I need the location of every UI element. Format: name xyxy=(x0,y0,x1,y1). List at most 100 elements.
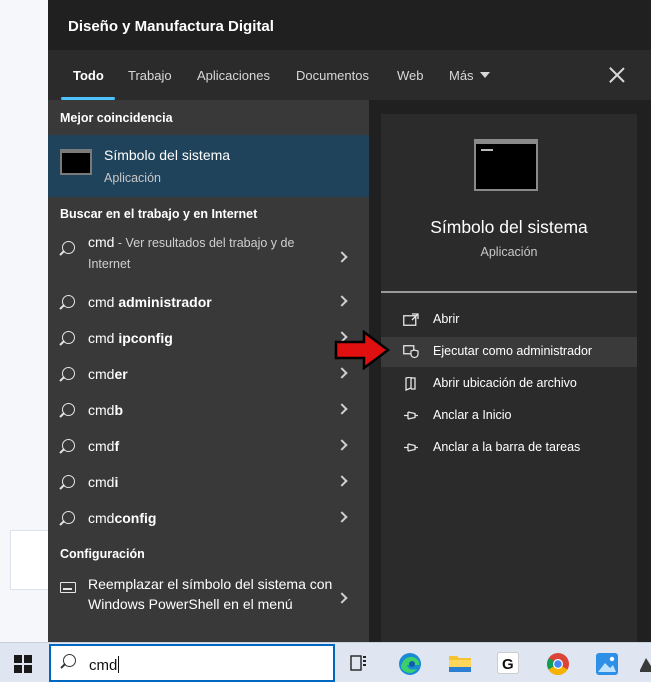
suggestion-plain: cmd xyxy=(88,294,119,310)
search-icon xyxy=(62,403,75,416)
action-pin-start[interactable]: Anclar a Inicio xyxy=(381,401,637,431)
suggestion-plain: cmd xyxy=(88,402,115,418)
tab-trabajo[interactable]: Trabajo xyxy=(128,68,172,83)
best-match-item[interactable]: Símbolo del sistema Aplicación xyxy=(48,135,369,197)
search-icon xyxy=(62,511,75,524)
start-search-panel: Diseño y Manufactura Digital Todo Trabaj… xyxy=(48,0,651,642)
action-run-as-admin[interactable]: Ejecutar como administrador xyxy=(381,337,637,367)
suggestion-text: cmdf xyxy=(88,438,119,454)
action-label: Anclar a la barra de tareas xyxy=(433,440,581,454)
detail-pane: Símbolo del sistema Aplicación Abrir Eje… xyxy=(381,114,637,642)
action-open[interactable]: Abrir xyxy=(381,305,637,335)
settings-heading: Configuración xyxy=(60,547,145,561)
chevron-right-icon xyxy=(336,439,348,451)
settings-item[interactable]: Reemplazar el símbolo del sistema con Wi… xyxy=(48,573,369,623)
suggestion-bold: administrador xyxy=(118,294,212,310)
suggestion-bold: er xyxy=(114,366,128,382)
suggestion-text: cmd ipconfig xyxy=(88,330,173,346)
search-icon xyxy=(62,295,75,308)
suggestion-row[interactable]: cmdf xyxy=(48,430,369,466)
pin-icon xyxy=(403,409,419,422)
command-prompt-icon xyxy=(60,149,92,175)
web-result-text: cmd - Ver resultados del trabajo y de In… xyxy=(88,232,328,274)
action-label: Abrir xyxy=(433,312,460,326)
suggestion-plain: cmd xyxy=(88,510,115,526)
suggestion-plain: cmd xyxy=(88,330,119,346)
suggestion-text: cmdi xyxy=(88,474,118,490)
settings-item-text: Reemplazar el símbolo del sistema con Wi… xyxy=(88,576,333,612)
open-icon xyxy=(403,313,419,326)
suggestion-row[interactable]: cmd administrador xyxy=(48,286,369,322)
chevron-right-icon xyxy=(336,403,348,415)
close-icon[interactable] xyxy=(608,66,626,84)
action-label: Ejecutar como administrador xyxy=(433,344,593,358)
results-list: Mejor coincidencia Símbolo del sistema A… xyxy=(48,100,369,642)
suggestion-bold: i xyxy=(114,474,119,490)
suggestion-bold: ipconfig xyxy=(118,330,173,346)
g-app-icon[interactable]: G xyxy=(497,652,519,674)
command-prompt-icon xyxy=(474,139,538,191)
tab-web[interactable]: Web xyxy=(397,68,424,83)
file-location-icon xyxy=(403,376,419,391)
file-explorer-icon[interactable] xyxy=(448,652,471,674)
tab-aplicaciones[interactable]: Aplicaciones xyxy=(197,68,270,83)
background-card xyxy=(10,530,50,590)
suggestion-text: cmd administrador xyxy=(88,294,212,310)
best-match-title: Símbolo del sistema xyxy=(104,147,231,163)
web-result-cmd[interactable]: cmd - Ver resultados del trabajo y de In… xyxy=(48,231,369,279)
search-icon xyxy=(62,439,75,452)
tab-mas-label: Más xyxy=(449,68,474,83)
overflow-app-icon[interactable] xyxy=(640,652,651,674)
detail-divider xyxy=(381,291,637,293)
action-open-file-location[interactable]: Abrir ubicación de archivo xyxy=(381,369,637,399)
suggestion-bold: f xyxy=(114,438,120,454)
chevron-down-icon xyxy=(479,72,490,78)
chevron-right-icon xyxy=(336,511,348,523)
tab-todo[interactable]: Todo xyxy=(73,68,104,83)
action-pin-taskbar[interactable]: Anclar a la barra de tareas xyxy=(381,433,637,463)
shield-icon xyxy=(403,345,419,359)
search-icon xyxy=(62,367,75,380)
filter-tabs-bar: Todo Trabajo Aplicaciones Documentos Web… xyxy=(48,50,651,100)
photos-icon[interactable] xyxy=(595,652,618,675)
detail-subtitle: Aplicación xyxy=(480,245,538,259)
chevron-right-icon xyxy=(336,295,348,307)
best-match-heading: Mejor coincidencia xyxy=(60,111,173,125)
suggestion-row[interactable]: cmd ipconfig xyxy=(48,322,369,358)
chevron-right-icon xyxy=(336,592,348,604)
suggestion-plain: cmd xyxy=(88,474,115,490)
web-result-term: cmd xyxy=(88,234,115,250)
action-label: Abrir ubicación de archivo xyxy=(433,376,577,390)
detail-title: Símbolo del sistema xyxy=(430,217,588,237)
suggestion-row[interactable]: cmdconfig xyxy=(48,502,369,538)
action-label: Anclar a Inicio xyxy=(433,408,512,422)
best-match-subtitle: Aplicación xyxy=(104,171,161,185)
suggestion-text: cmdb xyxy=(88,402,123,418)
suggestion-bold: b xyxy=(114,402,124,418)
chrome-icon[interactable] xyxy=(546,652,569,675)
search-query-text: cmd xyxy=(89,657,118,674)
windows-start-icon[interactable] xyxy=(14,655,32,673)
chevron-right-icon xyxy=(336,251,348,263)
tab-mas[interactable]: Más xyxy=(449,68,490,83)
red-arrow-right-icon xyxy=(334,330,391,370)
taskbar: cmd G xyxy=(0,642,651,682)
suggestion-row[interactable]: cmdi xyxy=(48,466,369,502)
tab-documentos[interactable]: Documentos xyxy=(296,68,369,83)
svg-text:G: G xyxy=(502,656,514,673)
search-icon xyxy=(62,331,75,344)
suggestion-text: cmder xyxy=(88,366,128,382)
pin-icon xyxy=(403,441,419,454)
search-input-value: cmd xyxy=(89,656,120,674)
suggestion-row[interactable]: cmder xyxy=(48,358,369,394)
search-icon xyxy=(62,475,75,488)
taskbar-search-input[interactable]: cmd xyxy=(49,644,335,682)
search-icon xyxy=(63,654,76,667)
text-caret xyxy=(118,656,120,673)
settings-icon xyxy=(60,582,76,593)
task-view-icon[interactable] xyxy=(348,652,370,674)
suggestion-row[interactable]: cmdb xyxy=(48,394,369,430)
chevron-right-icon xyxy=(336,475,348,487)
edge-icon[interactable] xyxy=(398,652,421,675)
suggestion-plain: cmd xyxy=(88,438,115,454)
